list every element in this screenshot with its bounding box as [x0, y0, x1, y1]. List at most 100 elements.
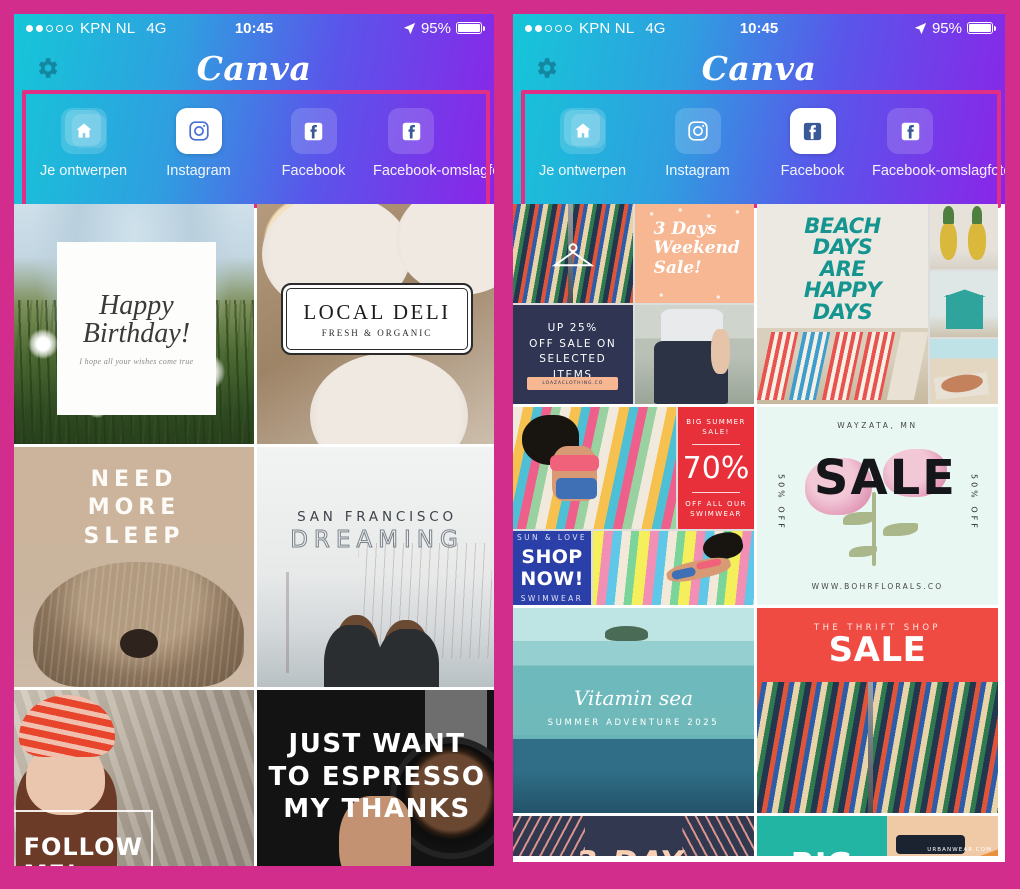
tab-facebook-omslagfoto[interactable]: Facebook-omslagfoto — [371, 108, 494, 179]
template-card-just-want-espresso[interactable]: JUST WANT TO ESPRESSO MY THANKS Happy Mo… — [257, 690, 494, 866]
badge-main-text: SHOP NOW! — [520, 546, 584, 590]
battery-percent-label: 95% — [420, 19, 451, 37]
collage-quadrant-up-off: UP 25% OFF SALE ON SELECTED ITEMS LOAZAC… — [513, 305, 633, 404]
discount-sub: OFF ALL OUR SWIMWEAR — [685, 499, 747, 519]
status-right-group: 95% — [403, 19, 485, 37]
status-bar-left: KPN NL 4G 10:45 95% — [14, 14, 494, 42]
status-right-group: 95% — [914, 19, 996, 37]
tab-label: Facebook — [281, 163, 346, 179]
collage-quadrant-skirt — [634, 305, 754, 404]
beach-days-main: BEACH DAYS ARE HAPPY DAYS — [757, 204, 928, 404]
tab-label: Instagram — [166, 163, 231, 179]
tab-label: Facebook — [780, 163, 845, 179]
card-subtitle: SUMMER ADVENTURE 2025 — [547, 717, 720, 728]
summer-sale-model-photo — [513, 407, 676, 529]
tab-strip-left: Je ontwerpen Instagram Facebook Facebook… — [14, 90, 494, 208]
card-title: JUST WANT TO ESPRESSO MY THANKS — [268, 729, 486, 825]
collage-quadrant-weekend-sale: 3 Days Weekend Sale! — [634, 204, 754, 303]
tab-label: Je ontwerpen — [538, 163, 627, 179]
discount-kicker: BIG SUMMER SALE! — [686, 417, 746, 437]
phone-screen-right: KPN NL 4G 10:45 95% Canva Je ontwerpen I… — [513, 14, 1005, 862]
card-title: FOLLOW ME! — [23, 833, 143, 866]
tab-label: Facebook-omslagfoto — [373, 163, 494, 179]
facebook-icon — [887, 108, 933, 154]
tab-label: Facebook-omslagfoto — [872, 163, 1005, 179]
card-title: BIG — [791, 847, 853, 856]
app-brand-title: Canva — [196, 48, 312, 88]
battery-icon — [456, 22, 485, 34]
status-bar-right: KPN NL 4G 10:45 95% — [513, 14, 1005, 42]
phone-screen-left: KPN NL 4G 10:45 95% Canva Je ontwerpen I… — [14, 14, 494, 866]
home-designs-icon — [60, 108, 107, 154]
facebook-icon — [388, 108, 434, 154]
badge-bottom-text: SWIMWEAR — [520, 594, 584, 603]
tab-instagram[interactable]: Instagram — [141, 108, 256, 179]
tab-strip-right: Je ontwerpen Instagram Facebook Facebook… — [513, 90, 1005, 208]
collage-weekend-sale-text: 3 Days Weekend Sale! — [653, 218, 740, 278]
card-title: 3-DAY — [576, 845, 684, 856]
badge-top-text: SUN & LOVE — [516, 533, 588, 542]
tab-je-ontwerpen[interactable]: Je ontwerpen — [525, 108, 640, 179]
template-card-three-day[interactable]: 3-DAY — [513, 816, 754, 856]
summer-sale-rainbow-photo — [593, 531, 754, 605]
card-subtitle: DREAMING — [290, 527, 464, 554]
instagram-icon — [674, 108, 721, 154]
beach-side-sunbathers — [930, 338, 998, 404]
shop-now-badge: SUN & LOVE SHOP NOW! SWIMWEAR — [513, 531, 591, 605]
template-card-big-summer-sale[interactable]: BIG SUMMER SALE! 70% OFF ALL OUR SWIMWEA… — [513, 407, 754, 605]
network-type-label: 4G — [645, 19, 666, 37]
template-card-thrift-shop-sale[interactable]: THE THRIFT SHOP SALE — [757, 608, 998, 813]
template-card-weekend-sale-collage[interactable]: 3 Days Weekend Sale! UP 25% OFF SALE ON … — [513, 204, 754, 404]
card-title: Happy Birthday! — [82, 289, 191, 350]
card-title: BEACH DAYS ARE HAPPY DAYS — [803, 214, 882, 324]
template-grid-right[interactable]: 3 Days Weekend Sale! UP 25% OFF SALE ON … — [513, 204, 1005, 856]
tab-label: Je ontwerpen — [39, 163, 128, 179]
tab-facebook[interactable]: Facebook — [256, 108, 371, 179]
template-card-happy-birthday[interactable]: Happy Birthday! I hope all your wishes c… — [14, 204, 254, 444]
card-title: NEED MORE SLEEP — [83, 467, 185, 549]
network-type-label: 4G — [146, 19, 167, 37]
battery-percent-label: 95% — [931, 19, 962, 37]
template-card-beach-days[interactable]: BEACH DAYS ARE HAPPY DAYS — [757, 204, 998, 404]
collage-quadrant-hangers — [513, 204, 633, 303]
floral-url-label: WWW.BOHRFLORALS.CO — [811, 582, 944, 592]
card-title: SALE — [813, 449, 957, 506]
signal-strength-dots — [26, 24, 73, 32]
collage-shop-url-button[interactable]: LOAZACLOTHING.CO — [527, 377, 619, 391]
tab-je-ontwerpen[interactable]: Je ontwerpen — [26, 108, 141, 179]
card-title: SALE — [828, 629, 927, 670]
instagram-icon — [175, 108, 222, 154]
gear-icon[interactable] — [34, 55, 60, 81]
template-card-san-francisco-dreaming[interactable]: SAN FRANCISCO DREAMING — [257, 447, 494, 687]
discount-value: 70% — [682, 450, 750, 486]
location-arrow-icon — [914, 22, 927, 34]
gear-icon[interactable] — [533, 55, 559, 81]
nav-bar-right: Canva — [513, 42, 1005, 94]
beach-side-pineapples — [930, 204, 998, 270]
card-subtitle: FRESH & ORGANIC — [321, 328, 433, 339]
carrier-label: KPN NL — [80, 19, 136, 37]
home-designs-icon — [559, 108, 606, 154]
tab-facebook[interactable]: Facebook — [755, 108, 870, 179]
card-subtitle: I hope all your wishes come true — [79, 356, 194, 366]
template-card-need-more-sleep[interactable]: NEED MORE SLEEP — [14, 447, 254, 687]
hanger-icon — [551, 242, 594, 266]
template-card-big-urbanwear[interactable]: BIG URBANWEAR.COM — [757, 816, 998, 856]
template-card-vitamin-sea[interactable]: Vitamin sea SUMMER ADVENTURE 2025 — [513, 608, 754, 813]
carrier-label: KPN NL — [579, 19, 635, 37]
template-card-follow-me[interactable]: FOLLOW ME! — [14, 690, 254, 866]
template-card-local-deli[interactable]: LOCAL DELI FRESH & ORGANIC — [257, 204, 494, 444]
floral-artwork: SALE — [757, 407, 998, 605]
beach-chairs-illustration — [757, 332, 928, 400]
location-arrow-icon — [403, 22, 416, 34]
card-url: URBANWEAR.COM — [927, 847, 992, 854]
template-card-floral-sale[interactable]: WAYZATA, MN 50% OFF 50% OFF SALE WWW.BOH… — [757, 407, 998, 605]
template-grid-left[interactable]: Happy Birthday! I hope all your wishes c… — [14, 204, 494, 866]
facebook-icon — [789, 108, 836, 154]
facebook-icon — [290, 108, 337, 154]
nav-bar-left: Canva — [14, 42, 494, 94]
tab-instagram[interactable]: Instagram — [640, 108, 755, 179]
signal-strength-dots — [525, 24, 572, 32]
tab-facebook-omslagfoto[interactable]: Facebook-omslagfoto — [870, 108, 1005, 179]
card-title: LOCAL DELI — [303, 300, 451, 325]
